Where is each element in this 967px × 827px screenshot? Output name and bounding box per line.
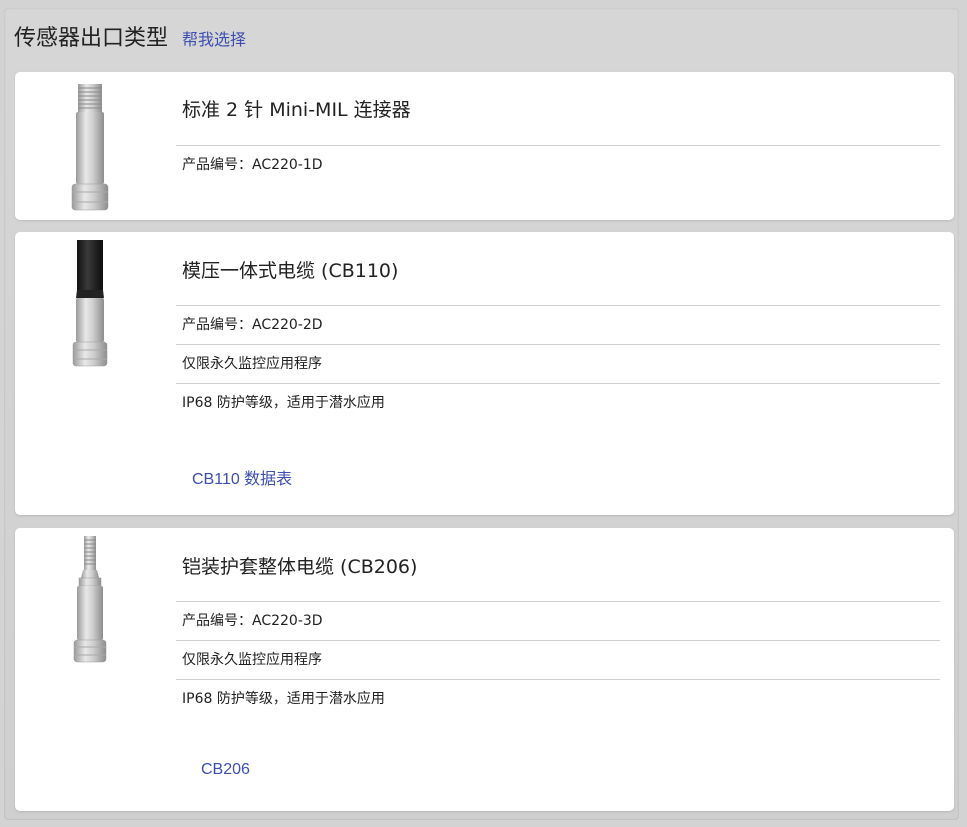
- panel-header: 传感器出口类型 帮我选择: [14, 20, 246, 56]
- part-number: 产品编号：AC220-2D: [176, 305, 940, 344]
- help-me-choose-link[interactable]: 帮我选择: [182, 26, 246, 50]
- product-name: 铠装护套整体电缆 (CB206): [182, 556, 418, 578]
- armored-cable-icon: [73, 536, 107, 663]
- part-number: 产品编号：AC220-1D: [176, 145, 940, 184]
- connector-icon: [71, 84, 109, 211]
- usage-note: 仅限永久监控应用程序: [176, 640, 940, 679]
- sensor-output-panel: 传感器出口类型 帮我选择 标准 2 针 Mini-MIL 连接器 产品编号：AC…: [4, 8, 959, 820]
- cb206-datasheet-link[interactable]: CB206: [201, 761, 250, 779]
- cb110-datasheet-link[interactable]: CB110 数据表: [192, 465, 292, 489]
- product-card-ac220-1d[interactable]: 标准 2 针 Mini-MIL 连接器 产品编号：AC220-1D: [15, 72, 954, 220]
- molded-cable-icon: [72, 240, 108, 367]
- panel-title: 传感器出口类型: [14, 26, 169, 51]
- product-card-ac220-2d[interactable]: 模压一体式电缆 (CB110) 产品编号：AC220-2D 仅限永久监控应用程序…: [15, 232, 954, 515]
- ip-rating-note: IP68 防护等级，适用于潜水应用: [176, 383, 940, 422]
- part-number: 产品编号：AC220-3D: [176, 601, 940, 640]
- product-name: 标准 2 针 Mini-MIL 连接器: [182, 99, 411, 121]
- product-name: 模压一体式电缆 (CB110): [182, 260, 399, 282]
- ip-rating-note: IP68 防护等级，适用于潜水应用: [176, 679, 940, 718]
- usage-note: 仅限永久监控应用程序: [176, 344, 940, 383]
- product-card-ac220-3d[interactable]: 铠装护套整体电缆 (CB206) 产品编号：AC220-3D 仅限永久监控应用程…: [15, 528, 954, 811]
